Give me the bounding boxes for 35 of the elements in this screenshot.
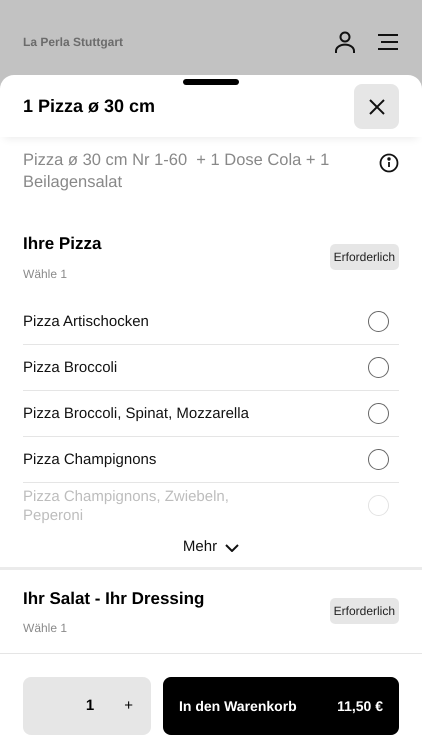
radio-button[interactable] <box>368 356 389 378</box>
radio-button[interactable] <box>368 448 389 470</box>
more-button[interactable]: Mehr <box>23 528 399 566</box>
radio-button[interactable] <box>368 310 389 332</box>
option-row[interactable]: Pizza Champignons <box>23 436 399 482</box>
option-row[interactable]: Pizza Artischocken <box>23 298 399 344</box>
description: Pizza ø 30 cm Nr 1-60 + 1 Dose Cola + 1 Beilagensalat <box>23 150 330 193</box>
user-icon[interactable] <box>333 30 357 54</box>
option-row[interactable]: Pizza Broccoli <box>23 344 399 390</box>
restaurant-name: La Perla Stuttgart <box>23 34 124 50</box>
option-label: Pizza Broccoli, Spinat, Mozzarella <box>23 404 250 422</box>
price: 11,50 € <box>337 696 383 716</box>
option-label: Pizza Broccoli <box>23 358 118 376</box>
increment-button[interactable]: + <box>124 694 133 718</box>
menu-icon[interactable] <box>377 34 399 50</box>
section-subtitle: Wähle 1 <box>23 266 68 282</box>
chevron-down-icon <box>225 544 240 552</box>
close-icon <box>368 98 384 114</box>
button-label: In den Warenkorb <box>179 696 297 716</box>
add-to-cart-button[interactable]: In den Warenkorb 11,50 € <box>163 677 399 735</box>
radio-button[interactable] <box>368 402 389 424</box>
section-title: Ihr Salat - Ihr Dressing <box>23 588 206 610</box>
required-badge: Erforderlich <box>330 598 399 624</box>
quantity-value: 1 <box>86 696 94 716</box>
required-badge: Erforderlich <box>330 244 399 270</box>
info-icon[interactable] <box>379 153 399 173</box>
option-label: Pizza Artischocken <box>23 312 150 330</box>
section-subtitle: Wähle 1 <box>23 620 68 637</box>
option-row[interactable]: Pizza Broccoli, Spinat, Mozzarella <box>23 390 399 436</box>
close-button[interactable] <box>354 84 399 129</box>
option-label: Pizza Champignons <box>23 450 158 468</box>
section-title: Ihre Pizza <box>23 233 102 255</box>
sheet-title: 1 Pizza ø 30 cm <box>23 95 156 118</box>
drag-handle[interactable] <box>183 79 239 85</box>
option-label: Pizza Champignons, Zwiebeln, Peperoni <box>23 486 230 524</box>
